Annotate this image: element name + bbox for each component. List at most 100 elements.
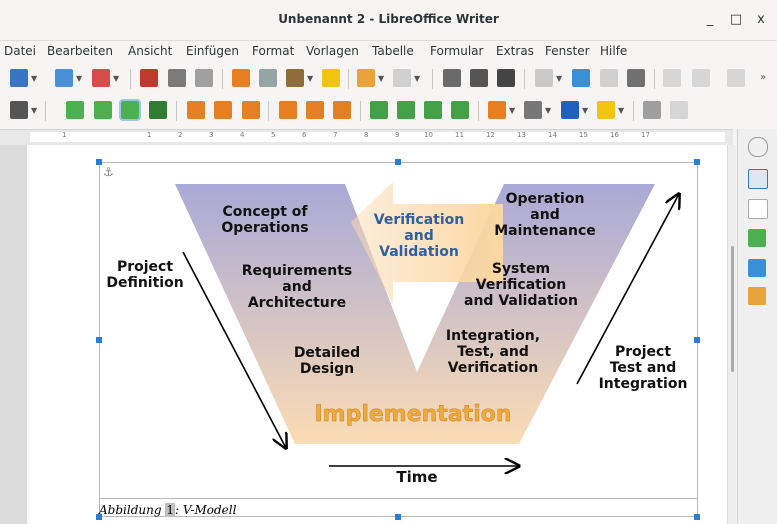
operation-line-2: and <box>530 207 559 223</box>
align-left-icon[interactable] <box>187 101 205 119</box>
vv-line-1: Verification <box>374 212 464 228</box>
print-preview-icon[interactable] <box>195 69 213 87</box>
toolbar-separator <box>176 101 177 121</box>
navigator-icon[interactable] <box>748 287 766 305</box>
concept-line-2: Operations <box>221 220 308 236</box>
menu-hilfe[interactable]: Hilfe <box>600 44 627 58</box>
insert-textbox-icon[interactable] <box>627 69 645 87</box>
forward-one-icon[interactable] <box>397 101 415 119</box>
selection-handle[interactable] <box>96 159 102 165</box>
menu-datei[interactable]: Datei <box>4 44 36 58</box>
window-title: Unbenannt 2 - LibreOffice Writer <box>278 12 499 26</box>
anchor-icon[interactable] <box>10 101 28 119</box>
redo-icon[interactable] <box>393 69 411 87</box>
chevron-down-icon[interactable]: ▼ <box>618 106 624 115</box>
menu-tabelle[interactable]: Tabelle <box>372 44 414 58</box>
requirements-line-3: Architecture <box>248 295 346 311</box>
open-folder-icon[interactable] <box>55 69 73 87</box>
align-right-icon[interactable] <box>242 101 260 119</box>
selection-handle[interactable] <box>96 514 102 520</box>
ruler-mark: 11 <box>455 131 464 139</box>
chevron-down-icon[interactable]: ▼ <box>76 74 82 83</box>
align-middle-icon[interactable] <box>306 101 324 119</box>
save-icon[interactable] <box>92 69 110 87</box>
styles-icon[interactable] <box>748 229 766 247</box>
menu-ansicht[interactable]: Ansicht <box>128 44 172 58</box>
close-button[interactable]: x <box>751 10 771 30</box>
menu-extras[interactable]: Extras <box>496 44 534 58</box>
find-replace-icon[interactable] <box>443 69 461 87</box>
menu-formular[interactable]: Formular <box>430 44 483 58</box>
align-bottom-icon[interactable] <box>333 101 351 119</box>
formatting-marks-icon[interactable] <box>497 69 515 87</box>
selection-handle[interactable] <box>96 337 102 343</box>
menu-format[interactable]: Format <box>252 44 294 58</box>
spelling-icon[interactable] <box>470 69 488 87</box>
maximize-button[interactable]: □ <box>726 10 746 30</box>
wrap-optimal-icon[interactable] <box>119 99 141 121</box>
gallery-icon[interactable] <box>748 259 766 277</box>
menu-fenster[interactable]: Fenster <box>545 44 590 58</box>
align-top-icon[interactable] <box>279 101 297 119</box>
overflow-icon[interactable]: » <box>760 72 766 83</box>
chevron-down-icon[interactable]: ▼ <box>307 74 313 83</box>
insert-image-icon[interactable] <box>572 69 590 87</box>
special-character-icon[interactable] <box>727 69 745 87</box>
chevron-down-icon[interactable]: ▼ <box>31 74 37 83</box>
caption-suffix: : V-Modell <box>174 503 237 517</box>
selection-handle[interactable] <box>395 159 401 165</box>
chevron-down-icon[interactable]: ▼ <box>556 74 562 83</box>
chevron-down-icon[interactable]: ▼ <box>414 74 420 83</box>
chevron-down-icon[interactable]: ▼ <box>113 74 119 83</box>
border-color-icon[interactable] <box>561 101 579 119</box>
copy-icon[interactable] <box>259 69 277 87</box>
vv-line-3: Validation <box>379 244 459 260</box>
v-model-diagram[interactable]: Concept of Operations Requirements and A… <box>99 172 698 492</box>
insert-chart-icon[interactable] <box>600 69 618 87</box>
send-to-back-icon[interactable] <box>451 101 469 119</box>
minimize-button[interactable]: _ <box>700 10 720 30</box>
insert-table-icon[interactable] <box>535 69 553 87</box>
border-style-icon[interactable] <box>524 101 542 119</box>
page-break-icon[interactable] <box>663 69 681 87</box>
insert-field-icon[interactable] <box>692 69 710 87</box>
selection-handle[interactable] <box>395 514 401 520</box>
gear-icon[interactable] <box>748 137 768 157</box>
integration-line-1: Integration, <box>446 328 540 344</box>
unlink-frames-icon[interactable] <box>670 101 688 119</box>
menu-vorlagen[interactable]: Vorlagen <box>306 44 359 58</box>
print-icon[interactable] <box>168 69 186 87</box>
chevron-down-icon[interactable]: ▼ <box>31 106 37 115</box>
ruler-mark: 8 <box>364 131 369 139</box>
chevron-down-icon[interactable]: ▼ <box>582 106 588 115</box>
scrollbar-thumb[interactable] <box>731 246 734 372</box>
clone-formatting-icon[interactable] <box>322 69 340 87</box>
borders-icon[interactable] <box>488 101 506 119</box>
menu-einfuegen[interactable]: Einfügen <box>186 44 239 58</box>
paste-icon[interactable] <box>286 69 304 87</box>
page-icon[interactable] <box>748 199 768 219</box>
selection-handle[interactable] <box>694 337 700 343</box>
properties-icon[interactable] <box>748 169 768 189</box>
cut-icon[interactable] <box>232 69 250 87</box>
chevron-down-icon[interactable]: ▼ <box>509 106 515 115</box>
wrap-page-icon[interactable] <box>94 101 112 119</box>
ruler-text-area <box>30 132 725 142</box>
wrap-through-icon[interactable] <box>149 101 167 119</box>
link-frames-icon[interactable] <box>643 101 661 119</box>
new-document-icon[interactable] <box>10 69 28 87</box>
menu-bearbeiten[interactable]: Bearbeiten <box>47 44 113 58</box>
caption-number-field[interactable]: 1 <box>165 503 175 517</box>
backward-one-icon[interactable] <box>424 101 442 119</box>
chevron-down-icon[interactable]: ▼ <box>378 74 384 83</box>
selection-handle[interactable] <box>694 514 700 520</box>
wrap-off-icon[interactable] <box>66 101 84 119</box>
background-color-icon[interactable] <box>597 101 615 119</box>
horizontal-ruler[interactable]: 1 1 2 3 4 5 6 7 8 9 10 11 12 13 14 15 16… <box>0 129 733 146</box>
export-pdf-icon[interactable] <box>140 69 158 87</box>
selection-handle[interactable] <box>694 159 700 165</box>
undo-icon[interactable] <box>357 69 375 87</box>
chevron-down-icon[interactable]: ▼ <box>545 106 551 115</box>
align-center-icon[interactable] <box>214 101 232 119</box>
bring-to-front-icon[interactable] <box>370 101 388 119</box>
